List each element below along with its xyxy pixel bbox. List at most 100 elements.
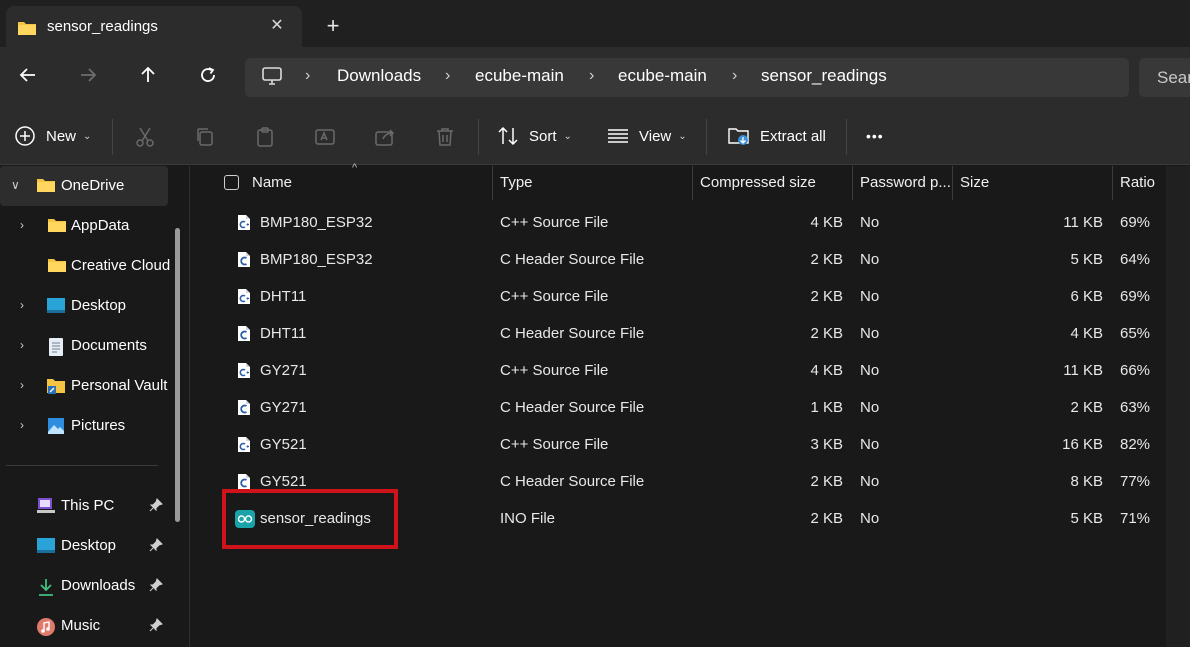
column-header-ratio[interactable]: Ratio <box>1120 166 1155 200</box>
chevron-right-icon[interactable]: › <box>20 218 24 232</box>
cut-icon[interactable] <box>133 125 157 149</box>
chevron-right-icon: › <box>732 67 738 84</box>
chevron-right-icon[interactable]: › <box>20 298 24 312</box>
file-ratio: 66% <box>1120 362 1151 379</box>
c-header-file-icon <box>237 251 251 271</box>
copy-icon[interactable] <box>193 125 217 149</box>
sidebar-item-downloads[interactable]: Downloads <box>0 566 168 606</box>
more-options-button[interactable]: ••• <box>866 121 884 151</box>
rename-icon[interactable] <box>313 125 337 149</box>
divider[interactable] <box>1112 166 1113 200</box>
sidebar-label: Personal Vault <box>71 377 168 394</box>
tab-sensor-readings[interactable]: sensor_readings ✕ <box>6 6 302 47</box>
pin-icon[interactable] <box>149 538 163 552</box>
chevron-down-icon: ⌄ <box>563 130 572 142</box>
file-name: DHT11 <box>260 288 307 305</box>
sidebar-item-desktop-quick[interactable]: Desktop <box>0 526 168 566</box>
breadcrumb-ecube-main-2[interactable]: ecube-main <box>618 66 707 86</box>
file-compressed-size: 2 KB <box>810 473 843 490</box>
select-all-checkbox[interactable] <box>224 175 239 190</box>
content-scrollbar-track[interactable] <box>1166 166 1190 647</box>
file-row[interactable]: GY271 C Header Source File 1 KB No 2 KB 63% <box>191 389 1166 426</box>
sort-label: Sort <box>529 127 557 145</box>
sidebar-item-appdata[interactable]: › AppData <box>0 206 168 246</box>
sidebar-item-music[interactable]: Music <box>0 606 168 646</box>
delete-icon[interactable] <box>433 125 457 149</box>
file-size: 5 KB <box>1070 251 1103 268</box>
pin-icon[interactable] <box>149 498 163 512</box>
sidebar-item-creative-cloud[interactable]: Creative Cloud <box>0 246 171 286</box>
extract-all-button[interactable]: Extract all <box>728 121 826 151</box>
divider <box>846 119 847 155</box>
refresh-button[interactable] <box>192 61 224 93</box>
breadcrumb-ecube-main-1[interactable]: ecube-main <box>475 66 564 86</box>
chevron-right-icon[interactable]: › <box>20 378 24 392</box>
file-row[interactable]: DHT11 C++ Source File 2 KB No 6 KB 69% <box>191 278 1166 315</box>
sort-ascending-icon: ^ <box>352 162 358 174</box>
forward-button[interactable] <box>72 61 104 93</box>
computer-icon <box>262 67 282 85</box>
sidebar-item-this-pc[interactable]: This PC <box>0 486 168 526</box>
pin-icon[interactable] <box>149 578 163 592</box>
paste-icon[interactable] <box>253 125 277 149</box>
file-ratio: 64% <box>1120 251 1151 268</box>
column-header-type[interactable]: Type <box>500 166 533 200</box>
breadcrumb-downloads[interactable]: Downloads <box>337 66 421 86</box>
chevron-down-icon[interactable]: ∨ <box>11 178 20 192</box>
address-bar[interactable]: › Downloads › ecube-main › ecube-main › … <box>245 58 1129 97</box>
file-compressed-size: 2 KB <box>810 251 843 268</box>
file-row[interactable]: DHT11 C Header Source File 2 KB No 4 KB 65% <box>191 315 1166 352</box>
file-row[interactable]: GY271 C++ Source File 4 KB No 11 KB 66% <box>191 352 1166 389</box>
sort-button[interactable]: Sort ⌄ <box>497 121 572 151</box>
folder-icon <box>48 259 66 272</box>
file-row[interactable]: GY521 C++ Source File 3 KB No 16 KB 82% <box>191 426 1166 463</box>
file-password: No <box>860 362 880 379</box>
chevron-right-icon: › <box>589 67 595 84</box>
back-button[interactable] <box>12 61 44 93</box>
command-bar: New ⌄ Sort ⌄ View ⌄ Extract all ••• <box>0 107 1190 165</box>
up-button[interactable] <box>132 61 164 93</box>
column-header-name[interactable]: Name <box>252 166 292 200</box>
sidebar-item-desktop[interactable]: › Desktop <box>0 286 168 326</box>
file-size: 11 KB <box>1063 214 1103 231</box>
chevron-right-icon[interactable]: › <box>20 418 24 432</box>
sort-icon <box>498 126 518 146</box>
file-size: 4 KB <box>1070 325 1103 342</box>
extract-all-label: Extract all <box>760 127 826 145</box>
column-header-compressed-size[interactable]: Compressed size <box>700 166 816 200</box>
pin-icon[interactable] <box>149 618 163 632</box>
vault-folder-icon <box>47 379 65 394</box>
new-label: New <box>46 127 77 145</box>
close-tab-icon[interactable]: ✕ <box>267 16 287 36</box>
file-row[interactable]: BMP180_ESP32 C++ Source File 4 KB No 11 KB 69… <box>191 204 1166 241</box>
chevron-right-icon[interactable]: › <box>20 338 24 352</box>
share-icon[interactable] <box>373 125 397 149</box>
divider[interactable] <box>852 166 853 200</box>
file-row[interactable]: BMP180_ESP32 C Header Source File 2 KB No 5 … <box>191 241 1166 278</box>
file-type: C++ Source File <box>500 362 609 379</box>
divider[interactable] <box>952 166 953 200</box>
divider[interactable] <box>492 166 493 200</box>
column-header-size[interactable]: Size <box>960 166 989 200</box>
search-input[interactable]: Search sensor_readings <box>1139 58 1190 97</box>
extract-folder-icon <box>728 128 749 145</box>
new-tab-button[interactable]: + <box>322 15 344 37</box>
sidebar-item-pictures[interactable]: › Pictures <box>0 406 168 446</box>
sidebar-item-personal-vault[interactable]: › Personal Vault <box>0 366 168 406</box>
sidebar-label: Desktop <box>61 537 117 554</box>
new-button[interactable]: New ⌄ <box>14 121 91 151</box>
view-button[interactable]: View ⌄ <box>607 121 687 151</box>
divider[interactable] <box>692 166 693 200</box>
divider <box>706 119 707 155</box>
breadcrumb-sensor-readings[interactable]: sensor_readings <box>761 66 887 86</box>
sidebar-scrollbar[interactable] <box>175 228 180 522</box>
file-name: BMP180_ESP32 <box>260 251 373 268</box>
highlight-box <box>222 489 398 549</box>
column-header-password[interactable]: Password p... <box>860 166 951 200</box>
sidebar-label: Creative Cloud <box>71 257 171 274</box>
sidebar-item-documents[interactable]: › Documents <box>0 326 168 366</box>
sidebar-item-onedrive[interactable]: ∨ OneDrive <box>0 166 168 206</box>
file-name: GY521 <box>260 436 307 453</box>
folder-icon <box>48 219 66 232</box>
chevron-right-icon: › <box>445 67 451 84</box>
